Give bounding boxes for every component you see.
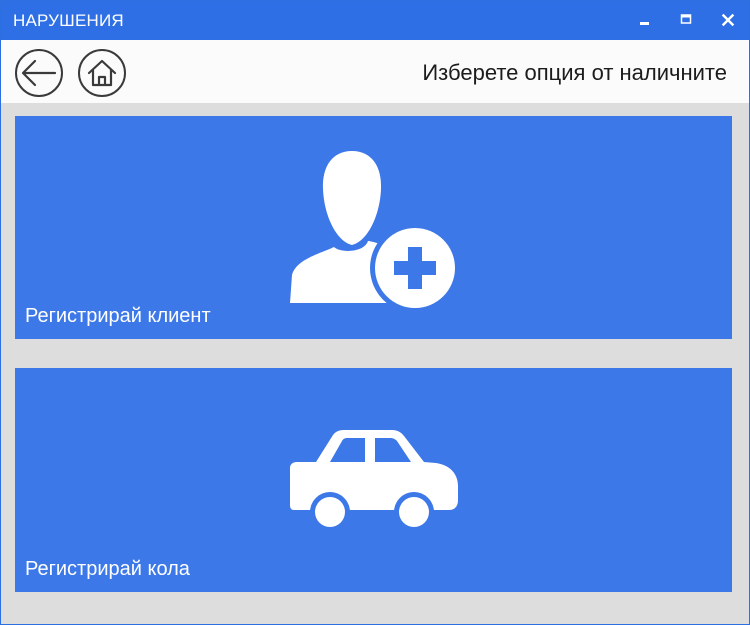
title-bar: НАРУШЕНИЯ <box>1 1 749 40</box>
minimize-button[interactable] <box>629 7 659 33</box>
instruction-text: Изберете опция от наличните <box>422 60 727 85</box>
register-client-label: Регистрирай клиент <box>25 305 211 327</box>
close-icon <box>721 13 735 27</box>
back-button[interactable] <box>15 49 63 97</box>
maximize-button[interactable] <box>671 7 701 33</box>
maximize-icon <box>680 14 692 24</box>
home-button[interactable] <box>78 49 126 97</box>
close-button[interactable] <box>713 7 743 33</box>
register-car-label: Регистрирай кола <box>25 558 190 580</box>
minimize-icon <box>640 22 649 25</box>
home-icon <box>87 59 117 87</box>
tile-icon-wrapper <box>15 428 732 532</box>
arrow-left-icon <box>21 59 57 87</box>
tile-icon-wrapper <box>15 141 732 313</box>
register-car-tile[interactable]: Регистрирай кола <box>15 368 732 592</box>
register-client-tile[interactable]: Регистрирай клиент <box>15 116 732 339</box>
app-window: НАРУШЕНИЯ Изберете опция от наличните Ре… <box>0 0 750 625</box>
add-user-icon <box>289 151 460 313</box>
window-title: НАРУШЕНИЯ <box>13 11 124 30</box>
car-icon <box>289 430 458 532</box>
navigation-bar: Изберете опция от наличните <box>1 40 749 103</box>
